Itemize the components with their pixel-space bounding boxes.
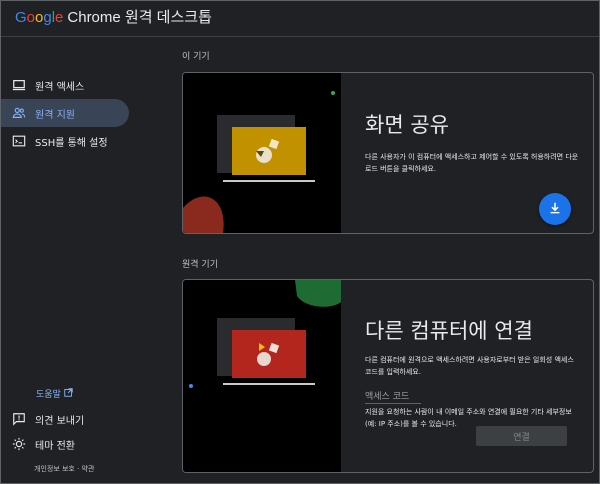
connect-illustration	[183, 280, 341, 472]
connect-card-title: 다른 컴퓨터에 연결	[365, 319, 533, 343]
feedback-label: 의견 보내기	[35, 415, 85, 427]
help-label: 도움말	[36, 390, 61, 400]
app-title: Chrome 원격 데스크톱	[67, 9, 212, 26]
sidebar-item-label: 원격 지원	[35, 109, 75, 121]
theme-label: 테마 전환	[35, 440, 75, 452]
access-code-underline	[365, 403, 421, 404]
app-logo: Google Chrome 원격 데스크톱	[15, 9, 212, 26]
sidebar-item-remote-support[interactable]: 원격 지원	[1, 99, 129, 127]
sidebar-item-ssh-setup[interactable]: SSH를 통해 설정	[1, 127, 129, 155]
terminal-icon	[12, 134, 26, 148]
access-code-field[interactable]: 액세스 코드	[365, 389, 421, 404]
laptop-icon	[12, 78, 26, 92]
feedback-icon	[12, 412, 26, 426]
help-link[interactable]: 도움말	[36, 387, 73, 400]
share-card-title: 화면 공유	[365, 113, 449, 137]
share-screen-card: 화면 공유 다른 사용자가 이 컴퓨터에 액세스하고 제어할 수 있도록 허용하…	[182, 72, 594, 234]
connect-card-description: 다른 컴퓨터에 원격으로 액세스하려면 사용자로부터 받은 일회성 액세스 코드…	[365, 356, 574, 376]
sun-icon	[12, 437, 26, 451]
sidebar-item-label: 원격 액세스	[35, 81, 85, 93]
send-feedback-button[interactable]: 의견 보내기	[1, 409, 84, 429]
access-code-label: 액세스 코드	[365, 392, 410, 402]
app-header: Google Chrome 원격 데스크톱	[1, 1, 599, 37]
sidebar-item-remote-access[interactable]: 원격 액세스	[1, 71, 129, 99]
sidebar: 원격 액세스 원격 지원 SSH를 통해 설정 도움말 의견 보내기 테마 전환…	[1, 37, 141, 483]
footer-links[interactable]: 개인정보 보호 · 약관	[34, 464, 94, 474]
sidebar-item-label: SSH를 통해 설정	[35, 137, 108, 149]
this-device-label: 이 기기	[182, 52, 210, 62]
open-in-new-icon	[64, 387, 73, 400]
download-icon	[548, 200, 562, 219]
download-button[interactable]	[539, 193, 571, 225]
theme-toggle-button[interactable]: 테마 전환	[1, 434, 75, 454]
connect-button[interactable]: 연결	[476, 426, 567, 446]
connect-computer-card: 다른 컴퓨터에 연결 다른 컴퓨터에 원격으로 액세스하려면 사용자로부터 받은…	[182, 279, 594, 473]
share-illustration	[183, 73, 341, 233]
remote-device-label: 원격 기기	[182, 260, 218, 270]
share-card-description: 다른 사용자가 이 컴퓨터에 액세스하고 제어할 수 있도록 허용하려면 다운로…	[365, 153, 579, 173]
people-icon	[12, 106, 26, 120]
app-window: Google Chrome 원격 데스크톱 원격 액세스 원격 지원 SSH를 통…	[0, 0, 600, 484]
